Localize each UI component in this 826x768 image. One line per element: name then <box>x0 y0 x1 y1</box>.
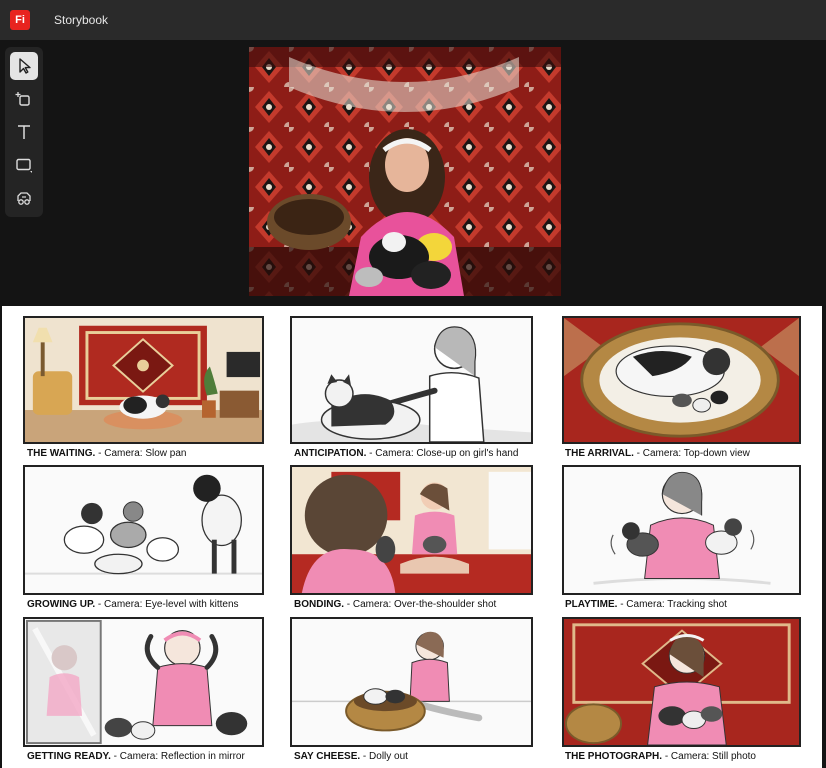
say-cheese-scene-illustration <box>292 619 531 745</box>
storyboard-panel-1[interactable] <box>23 316 264 444</box>
storyboard-sheet: THE WAITING. - Camera: Slow pan ANTICIPA… <box>2 306 822 768</box>
growing-up-scene-illustration <box>25 467 262 593</box>
text-tool-button[interactable] <box>10 118 38 146</box>
shape-tool-button[interactable] <box>10 151 38 179</box>
storyboard-panel-8[interactable] <box>290 617 533 747</box>
panel-2-caption: ANTICIPATION. - Camera: Close-up on girl… <box>294 448 519 459</box>
image-generate-icon <box>17 192 31 205</box>
panel-6-caption: PLAYTIME. - Camera: Tracking shot <box>565 599 727 610</box>
rectangle-icon <box>16 158 32 173</box>
storyboard-panel-6[interactable] <box>562 465 801 595</box>
waiting-scene-illustration <box>25 318 262 442</box>
photograph-scene-illustration <box>564 619 799 745</box>
text-icon <box>18 125 30 139</box>
panel-3-caption: THE ARRIVAL. - Camera: Top-down view <box>565 448 750 459</box>
storyboard-panel-4[interactable] <box>23 465 264 595</box>
girl-with-kittens-photo <box>249 47 561 296</box>
playtime-scene-illustration <box>564 467 799 593</box>
title-bar: Fi Storybook <box>0 0 826 40</box>
panel-5-caption: BONDING. - Camera: Over-the-shoulder sho… <box>294 599 497 610</box>
generate-image-tool-button[interactable] <box>10 184 38 212</box>
reference-photo[interactable] <box>249 47 561 296</box>
add-frame-tool-button[interactable] <box>10 85 38 113</box>
anticipation-scene-illustration <box>292 318 531 442</box>
panel-7-caption: GETTING READY. - Camera: Reflection in m… <box>27 751 245 762</box>
panel-9-caption: THE PHOTOGRAPH. - Camera: Still photo <box>565 751 756 762</box>
storyboard-panel-5[interactable] <box>290 465 533 595</box>
tool-palette <box>5 47 43 217</box>
getting-ready-scene-illustration <box>25 619 262 745</box>
cursor-icon <box>19 58 31 74</box>
storyboard-panel-7[interactable] <box>23 617 264 747</box>
panel-1-caption: THE WAITING. - Camera: Slow pan <box>27 448 187 459</box>
storyboard-panel-2[interactable] <box>290 316 533 444</box>
app-logo[interactable]: Fi <box>10 10 30 30</box>
storyboard-panel-3[interactable] <box>562 316 801 444</box>
frame-add-icon <box>15 92 30 106</box>
storyboard-panel-9[interactable] <box>562 617 801 747</box>
bonding-scene-illustration <box>292 467 531 593</box>
panel-4-caption: GROWING UP. - Camera: Eye-level with kit… <box>27 599 239 610</box>
select-tool-button[interactable] <box>10 52 38 80</box>
panel-8-caption: SAY CHEESE. - Dolly out <box>294 751 408 762</box>
app-title: Storybook <box>54 13 109 27</box>
arrival-scene-illustration <box>564 318 799 442</box>
